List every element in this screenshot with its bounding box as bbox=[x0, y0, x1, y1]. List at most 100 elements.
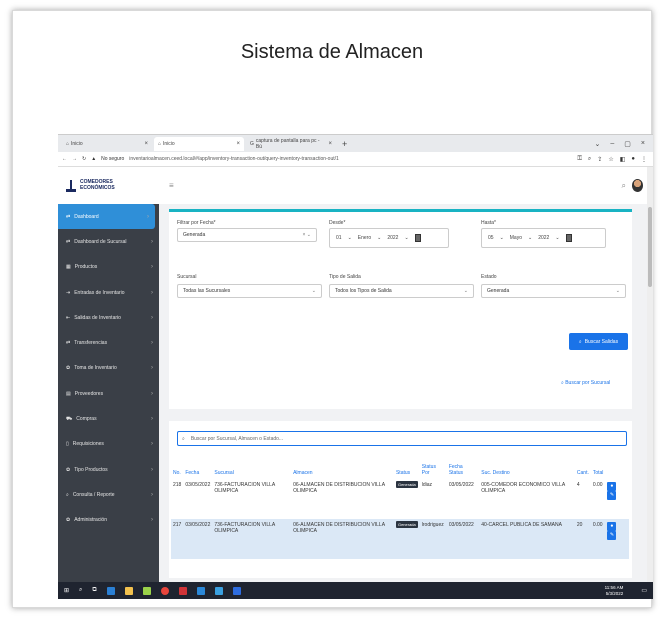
column-header[interactable]: No. bbox=[171, 459, 183, 479]
table-cell-status: Generada bbox=[394, 479, 420, 519]
maximize-button[interactable]: ▢ bbox=[624, 140, 631, 148]
avatar[interactable] bbox=[632, 179, 643, 192]
column-header[interactable]: Cant. bbox=[575, 459, 591, 479]
column-header[interactable]: Total bbox=[591, 459, 606, 479]
table-row[interactable]: 217 03/05/2022 736-FACTURACION VILLA OLIMP… bbox=[171, 519, 629, 559]
task-view-icon[interactable]: ⧉ bbox=[92, 587, 96, 594]
table-cell-status_por: lrodriguez bbox=[419, 519, 447, 559]
filtrar-select[interactable]: Generada × ⌄ bbox=[177, 228, 317, 242]
profile-icon[interactable]: ● bbox=[631, 156, 635, 163]
sidebar-item-productos[interactable]: ▦ Productos › bbox=[58, 255, 159, 280]
close-icon[interactable]: × bbox=[144, 141, 148, 147]
buscar-sucursal-link[interactable]: ⌕ Buscar por Sucursal bbox=[561, 380, 610, 386]
sidebar-item-compras[interactable]: ⛟ Compras › bbox=[58, 406, 159, 431]
menu-icon[interactable]: ⋮ bbox=[641, 156, 647, 163]
star-icon[interactable]: ☆ bbox=[608, 156, 613, 163]
sidebar-item-proveedores[interactable]: ▤ Proveedores › bbox=[58, 381, 159, 406]
cell-text: ldiaz bbox=[421, 482, 433, 488]
chevron-right-icon: › bbox=[151, 441, 153, 448]
hasta-date-picker[interactable]: 05 ⌄ Mayo ⌄ 2022 ⌄ bbox=[481, 228, 606, 248]
browser-window: ⌂ Inicio × ⌂ Inicio × Gcaptura de pantalla p… bbox=[58, 134, 653, 599]
chevron-down-icon[interactable]: ⌄ bbox=[595, 140, 601, 148]
results-search-input[interactable]: ⌕ Buscar por Sucursal, Almacen o Estado.… bbox=[177, 431, 627, 446]
key-icon[interactable]: ⚿ bbox=[577, 156, 582, 163]
system-clock[interactable]: 11:56 AM 5/3/2022 bbox=[605, 585, 632, 596]
column-header[interactable]: Status Por bbox=[420, 459, 447, 479]
app2-icon[interactable] bbox=[196, 586, 205, 595]
filters-panel: Filtrar por Fecha* Generada × ⌄ Desde* 01… bbox=[169, 209, 632, 409]
chrome-icon[interactable] bbox=[160, 586, 169, 595]
new-tab-button[interactable]: + bbox=[342, 139, 347, 149]
table-cell-cant: 4 bbox=[575, 479, 591, 519]
search-icon[interactable]: ⌕ bbox=[622, 181, 626, 191]
app-icon[interactable] bbox=[142, 586, 151, 595]
edit-button[interactable]: ✎ bbox=[607, 491, 617, 500]
table-row[interactable]: 218 03/05/2022 736-FACTURACION VILLA OLIMP… bbox=[171, 479, 629, 519]
column-header[interactable]: Fecha Status bbox=[447, 459, 479, 479]
cart-icon: ⛟ bbox=[66, 415, 73, 422]
sidebar-item-dashboard-de-sucursal[interactable]: ⇄ Dashboard de Sucursal › bbox=[58, 229, 159, 254]
sidebar-item-administraci-n[interactable]: ✿ Administración › bbox=[58, 508, 159, 533]
logo: COMEDORES ECONÓMICOS bbox=[58, 167, 159, 204]
sidebar-item-entradas-de-inventario[interactable]: ⇥ Entradas de Inventario › bbox=[58, 280, 159, 305]
column-header[interactable]: Sucursal bbox=[212, 459, 291, 479]
sucursal-select[interactable]: Todas las Sucursales ⌄ bbox=[177, 284, 322, 298]
app4-icon[interactable] bbox=[232, 586, 241, 595]
sidebar-item-tipo-productos[interactable]: ✿ Tipo Productos › bbox=[58, 457, 159, 482]
table-cell-total: 0.00 bbox=[590, 519, 606, 559]
chevron-down-icon: ⌄ bbox=[555, 235, 560, 241]
desde-date-picker[interactable]: 01 ⌄ Enero ⌄ 2022 ⌄ bbox=[329, 228, 449, 248]
view-button[interactable]: ● bbox=[607, 522, 617, 531]
chevron-down-icon: ⌄ bbox=[615, 288, 620, 294]
sidebar-item-salidas-de-inventario[interactable]: ⇤ Salidas de Inventario › bbox=[58, 305, 159, 330]
row-actions: ●✎ bbox=[605, 519, 629, 559]
chevron-down-icon: ⌄ bbox=[377, 235, 382, 241]
taskbar: ⊞ ⌕ ⧉ 11:56 AM 5/3/2022 ▭ bbox=[58, 582, 653, 599]
edge-icon[interactable] bbox=[106, 586, 115, 595]
calendar-icon[interactable] bbox=[414, 234, 421, 242]
column-header[interactable]: Fecha bbox=[183, 459, 212, 479]
column-header[interactable]: Status bbox=[394, 459, 420, 479]
browser-tab-3[interactable]: Gcaptura de pantalla para pc - Bú × bbox=[246, 137, 336, 151]
column-header[interactable]: Suc. Destino bbox=[479, 459, 575, 479]
sidebar-item-label: Dashboard bbox=[74, 213, 99, 220]
zoom-icon[interactable]: ⌕ bbox=[588, 156, 591, 163]
share-icon[interactable]: ⇪ bbox=[597, 156, 602, 163]
folder-icon[interactable] bbox=[124, 586, 133, 595]
sidebar-item-toma-de-inventario[interactable]: ✿ Toma de Inventario › bbox=[58, 356, 159, 381]
close-window-button[interactable]: × bbox=[641, 140, 645, 148]
scrollbar[interactable] bbox=[647, 167, 653, 582]
sidebar-item-transferencias[interactable]: ⇄ Transferencias › bbox=[58, 330, 159, 355]
browser-tab-1[interactable]: ⌂ Inicio × bbox=[62, 137, 152, 151]
view-button[interactable]: ● bbox=[607, 482, 617, 491]
reload-icon[interactable]: ↻ bbox=[82, 156, 86, 162]
close-icon[interactable]: × bbox=[328, 141, 332, 147]
cell-text: 03/05/2022 bbox=[185, 482, 211, 488]
desde-label: Desde* bbox=[329, 220, 346, 226]
windows-icon[interactable]: ⊞ bbox=[64, 587, 69, 594]
notification-icon[interactable]: ▭ bbox=[641, 587, 653, 594]
column-header[interactable]: Almacen bbox=[291, 459, 394, 479]
hasta-label: Hasta* bbox=[481, 220, 497, 226]
estado-select[interactable]: Generada ⌄ bbox=[481, 284, 626, 298]
sidebar-item-label: Consulta / Reporte bbox=[72, 491, 115, 498]
tipo-select[interactable]: Todos los Tipos de Salida ⌄ bbox=[329, 284, 474, 298]
app3-icon[interactable] bbox=[214, 586, 223, 595]
calendar-icon[interactable] bbox=[565, 234, 572, 242]
sidebar-item-consulta-reporte[interactable]: ⌕ Consulta / Reporte › bbox=[58, 482, 159, 507]
edit-button[interactable]: ✎ bbox=[607, 531, 617, 540]
minimize-button[interactable]: – bbox=[610, 140, 614, 148]
back-icon[interactable]: ← bbox=[62, 156, 67, 162]
close-icon[interactable]: × bbox=[236, 141, 240, 147]
sidebar-item-dashboard[interactable]: ⇄ Dashboard › bbox=[58, 204, 155, 230]
office-icon[interactable] bbox=[178, 586, 187, 595]
url-field[interactable]: inventarioalmacen.ceed.local/#/app/inven… bbox=[129, 156, 339, 162]
forward-icon[interactable]: → bbox=[72, 156, 77, 162]
cell-text: 736-FACTURACION VILLA OLIMPICA bbox=[214, 522, 275, 534]
buscar-salidas-button[interactable]: ⌕ Buscar Salidas bbox=[569, 333, 628, 350]
browser-tab-2[interactable]: ⌂ Inicio × bbox=[154, 136, 244, 151]
sidebar-item-requisiciones[interactable]: ▯ Requisiciones › bbox=[58, 432, 159, 457]
sidepanel-icon[interactable]: ◧ bbox=[620, 156, 626, 163]
hamburger-icon[interactable]: ≡ bbox=[169, 181, 174, 190]
search-icon[interactable]: ⌕ bbox=[79, 587, 82, 594]
